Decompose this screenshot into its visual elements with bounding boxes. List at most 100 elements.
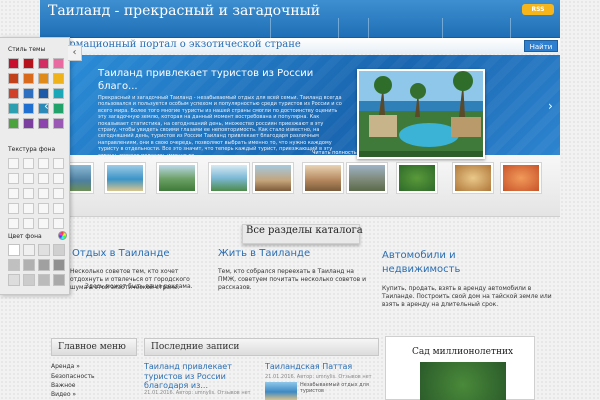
thumbnail[interactable] xyxy=(396,162,438,194)
background-color-label: Цвет фона xyxy=(8,233,42,240)
gray-swatch[interactable] xyxy=(53,259,65,271)
texture-swatch[interactable] xyxy=(23,218,34,229)
color-swatch[interactable] xyxy=(23,58,34,69)
texture-swatch[interactable] xyxy=(53,158,64,169)
color-swatch[interactable] xyxy=(8,73,19,84)
color-swatch[interactable] xyxy=(8,103,19,114)
color-swatch[interactable] xyxy=(23,103,34,114)
color-swatch[interactable] xyxy=(23,73,34,84)
color-swatch[interactable] xyxy=(53,58,64,69)
slide-title[interactable]: Таиланд привлекает туристов из России бл… xyxy=(98,67,318,93)
thumbnail[interactable] xyxy=(500,162,542,194)
color-swatch[interactable] xyxy=(38,88,49,99)
menu-item-important[interactable]: Важное xyxy=(51,382,75,389)
nav-divider xyxy=(338,18,339,38)
gray-swatch[interactable] xyxy=(38,259,50,271)
color-wheel-icon[interactable] xyxy=(58,231,67,240)
thumbnail[interactable] xyxy=(104,162,146,194)
slider-prev-icon[interactable]: ‹ xyxy=(44,99,49,113)
post-meta: 21.01.2016. Автор: umnylis. Отзывов нет xyxy=(144,390,251,396)
post-thumbnail[interactable] xyxy=(265,382,297,400)
thumbnail[interactable] xyxy=(302,162,344,194)
color-swatch[interactable] xyxy=(38,73,49,84)
texture-swatch[interactable] xyxy=(23,158,34,169)
texture-swatch[interactable] xyxy=(53,173,64,184)
subtitle-bar: Информационный портал о экзотической стр… xyxy=(40,38,560,54)
thumbnail[interactable] xyxy=(452,162,494,194)
main-menu-header: Главное меню xyxy=(51,338,137,356)
texture-swatch[interactable] xyxy=(38,203,49,214)
color-swatch[interactable] xyxy=(23,88,34,99)
thumbnail[interactable] xyxy=(156,162,198,194)
garden-photo[interactable] xyxy=(420,362,506,400)
theme-panel: Стиль темы Текстура фона Цвет фона xyxy=(0,37,70,295)
color-swatch[interactable] xyxy=(8,88,19,99)
slider-next-icon[interactable]: › xyxy=(548,99,553,113)
gray-swatch[interactable] xyxy=(8,259,20,271)
color-swatch[interactable] xyxy=(8,118,19,129)
thumbnail[interactable] xyxy=(208,162,250,194)
color-swatch[interactable] xyxy=(38,58,49,69)
texture-swatch[interactable] xyxy=(8,158,19,169)
gray-swatch[interactable] xyxy=(23,274,35,286)
recent-posts-header: Последние записи xyxy=(144,338,379,356)
gray-swatch[interactable] xyxy=(38,244,50,256)
post-title[interactable]: Таиландская Паттая xyxy=(265,362,385,372)
thumbnail[interactable] xyxy=(346,162,388,194)
feature-text-cars: Купить, продать, взять в аренду автомоби… xyxy=(382,285,552,308)
menu-item-rent[interactable]: Аренда » xyxy=(51,363,80,370)
gray-swatch[interactable] xyxy=(23,244,35,256)
gray-swatch[interactable] xyxy=(8,244,20,256)
gray-swatch[interactable] xyxy=(53,244,65,256)
gray-swatch[interactable] xyxy=(8,274,20,286)
side-widget-title: Сад миллионолетних xyxy=(412,347,514,357)
menu-item-safety[interactable]: Безопасность xyxy=(51,373,95,380)
post-title[interactable]: Таиланд привлекает туристов из России бл… xyxy=(144,362,254,391)
background-texture-label: Текстура фона xyxy=(8,146,56,153)
thumbnail[interactable] xyxy=(252,162,294,194)
color-swatch[interactable] xyxy=(8,58,19,69)
color-swatch[interactable] xyxy=(38,118,49,129)
texture-swatch[interactable] xyxy=(53,188,64,199)
feature-title-vacation[interactable]: Отдых в Таиланде xyxy=(72,247,170,261)
color-swatch[interactable] xyxy=(53,88,64,99)
gray-swatch[interactable] xyxy=(23,259,35,271)
menu-item-video[interactable]: Видео » xyxy=(51,391,76,398)
texture-swatch[interactable] xyxy=(53,218,64,229)
post-meta: 21.01.2016. Автор: umnylis. Отзывов нет xyxy=(265,374,372,380)
color-swatch[interactable] xyxy=(53,103,64,114)
color-swatch[interactable] xyxy=(23,118,34,129)
site-header: Таиланд - прекрасный и загадочный RSS xyxy=(40,0,560,38)
feature-text-living: Тем, кто собрался переехать в Таиланд на… xyxy=(218,268,366,291)
color-swatch[interactable] xyxy=(53,118,64,129)
feature-title-cars[interactable]: Автомобили и недвижимость xyxy=(382,249,502,277)
rss-icon[interactable]: RSS xyxy=(522,4,554,15)
texture-swatch[interactable] xyxy=(38,158,49,169)
nav-divider xyxy=(442,18,443,38)
gray-swatch[interactable] xyxy=(38,274,50,286)
feature-title-living[interactable]: Жить в Таиланде xyxy=(218,247,310,261)
texture-swatch[interactable] xyxy=(23,188,34,199)
search-button[interactable]: Найти xyxy=(524,40,558,52)
color-swatch[interactable] xyxy=(53,73,64,84)
texture-swatch[interactable] xyxy=(53,203,64,214)
panel-toggle-icon[interactable]: ‹ xyxy=(68,45,82,61)
nav-divider xyxy=(270,18,271,38)
nav-divider xyxy=(368,18,369,38)
texture-swatch[interactable] xyxy=(8,218,19,229)
thumbnail-strip xyxy=(40,155,560,217)
texture-swatch[interactable] xyxy=(38,218,49,229)
texture-swatch[interactable] xyxy=(8,173,19,184)
texture-swatch[interactable] xyxy=(38,188,49,199)
slide-text: Прекрасный и загадочный Таиланд - незабы… xyxy=(98,95,342,159)
texture-swatch[interactable] xyxy=(38,173,49,184)
texture-swatch[interactable] xyxy=(23,173,34,184)
all-sections-button[interactable]: Все разделы каталога xyxy=(242,224,363,244)
resort-photo[interactable] xyxy=(357,69,485,159)
texture-swatch[interactable] xyxy=(8,188,19,199)
site-title[interactable]: Таиланд - прекрасный и загадочный xyxy=(48,3,320,19)
gray-swatch[interactable] xyxy=(53,274,65,286)
nav-divider xyxy=(510,18,511,38)
texture-swatch[interactable] xyxy=(8,203,19,214)
texture-swatch[interactable] xyxy=(23,203,34,214)
